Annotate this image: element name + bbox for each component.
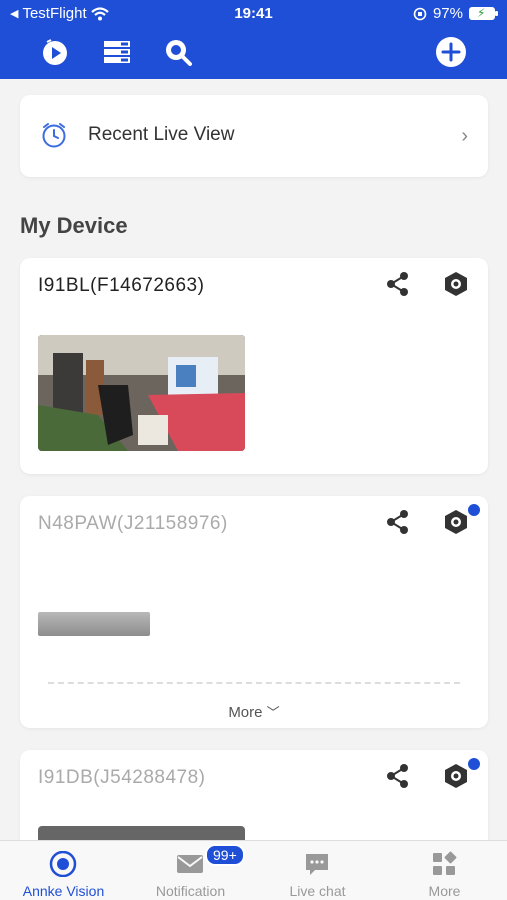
mail-icon <box>177 855 203 873</box>
grid-icon <box>433 851 457 875</box>
device-name: N48PAW(J21158976) <box>38 513 228 534</box>
camera-thumbnail[interactable] <box>38 335 245 451</box>
recent-live-view-label: Recent Live View <box>88 124 235 145</box>
alarm-clock-icon <box>42 123 66 148</box>
battery-percent: 97% <box>432 5 463 22</box>
share-icon[interactable] <box>384 270 412 298</box>
nvr-device-image <box>38 612 150 636</box>
recent-live-view-row[interactable]: Recent Live View › <box>20 95 488 177</box>
tab-live-chat[interactable]: Live chat <box>254 841 381 900</box>
device-list-icon[interactable] <box>101 36 133 68</box>
battery-icon: ⚡ <box>469 6 498 20</box>
notification-dot <box>468 758 480 770</box>
device-card[interactable]: N48PAW(J21158976) More ﹀ <box>20 496 488 728</box>
more-label: More <box>228 704 263 721</box>
tab-label: Live chat <box>289 883 346 899</box>
tab-label: Notification <box>155 883 226 899</box>
chevron-right-icon: › <box>461 125 468 147</box>
tab-label: Annke Vision <box>22 883 105 899</box>
settings-icon[interactable] <box>442 762 470 790</box>
tab-bar: Annke Vision 99+ Notification Live chat … <box>0 840 507 900</box>
device-card[interactable]: I91BL(F14672663) <box>20 258 488 474</box>
eye-icon <box>49 851 77 877</box>
divider <box>48 682 460 684</box>
settings-icon[interactable] <box>442 270 470 298</box>
device-name: I91DB(J54288478) <box>38 767 206 788</box>
chevron-down-icon: ﹀ <box>266 705 280 720</box>
share-icon[interactable] <box>384 508 412 536</box>
camera-snapshot-image <box>38 335 245 451</box>
orientation-lock-icon <box>413 7 427 20</box>
settings-icon[interactable] <box>442 508 470 536</box>
tab-label: More <box>428 883 461 899</box>
tab-notification[interactable]: 99+ Notification <box>127 841 254 900</box>
status-bar: ◀ TestFlight 19:41 97% ⚡ <box>0 0 507 28</box>
more-button[interactable]: More ﹀ <box>20 702 488 721</box>
app-header: ◀ TestFlight 19:41 97% ⚡ <box>0 0 507 79</box>
device-name: I91BL(F14672663) <box>38 275 205 296</box>
section-title: My Device <box>20 213 128 238</box>
share-icon[interactable] <box>384 762 412 790</box>
add-device-icon[interactable] <box>435 36 467 68</box>
tab-more[interactable]: More <box>381 841 507 900</box>
notification-count-badge: 99+ <box>205 844 245 866</box>
chat-icon <box>306 854 328 875</box>
playback-icon[interactable] <box>39 36 71 68</box>
tab-annke-vision[interactable]: Annke Vision <box>0 841 127 900</box>
search-icon[interactable] <box>162 36 194 68</box>
notification-dot <box>468 504 480 516</box>
